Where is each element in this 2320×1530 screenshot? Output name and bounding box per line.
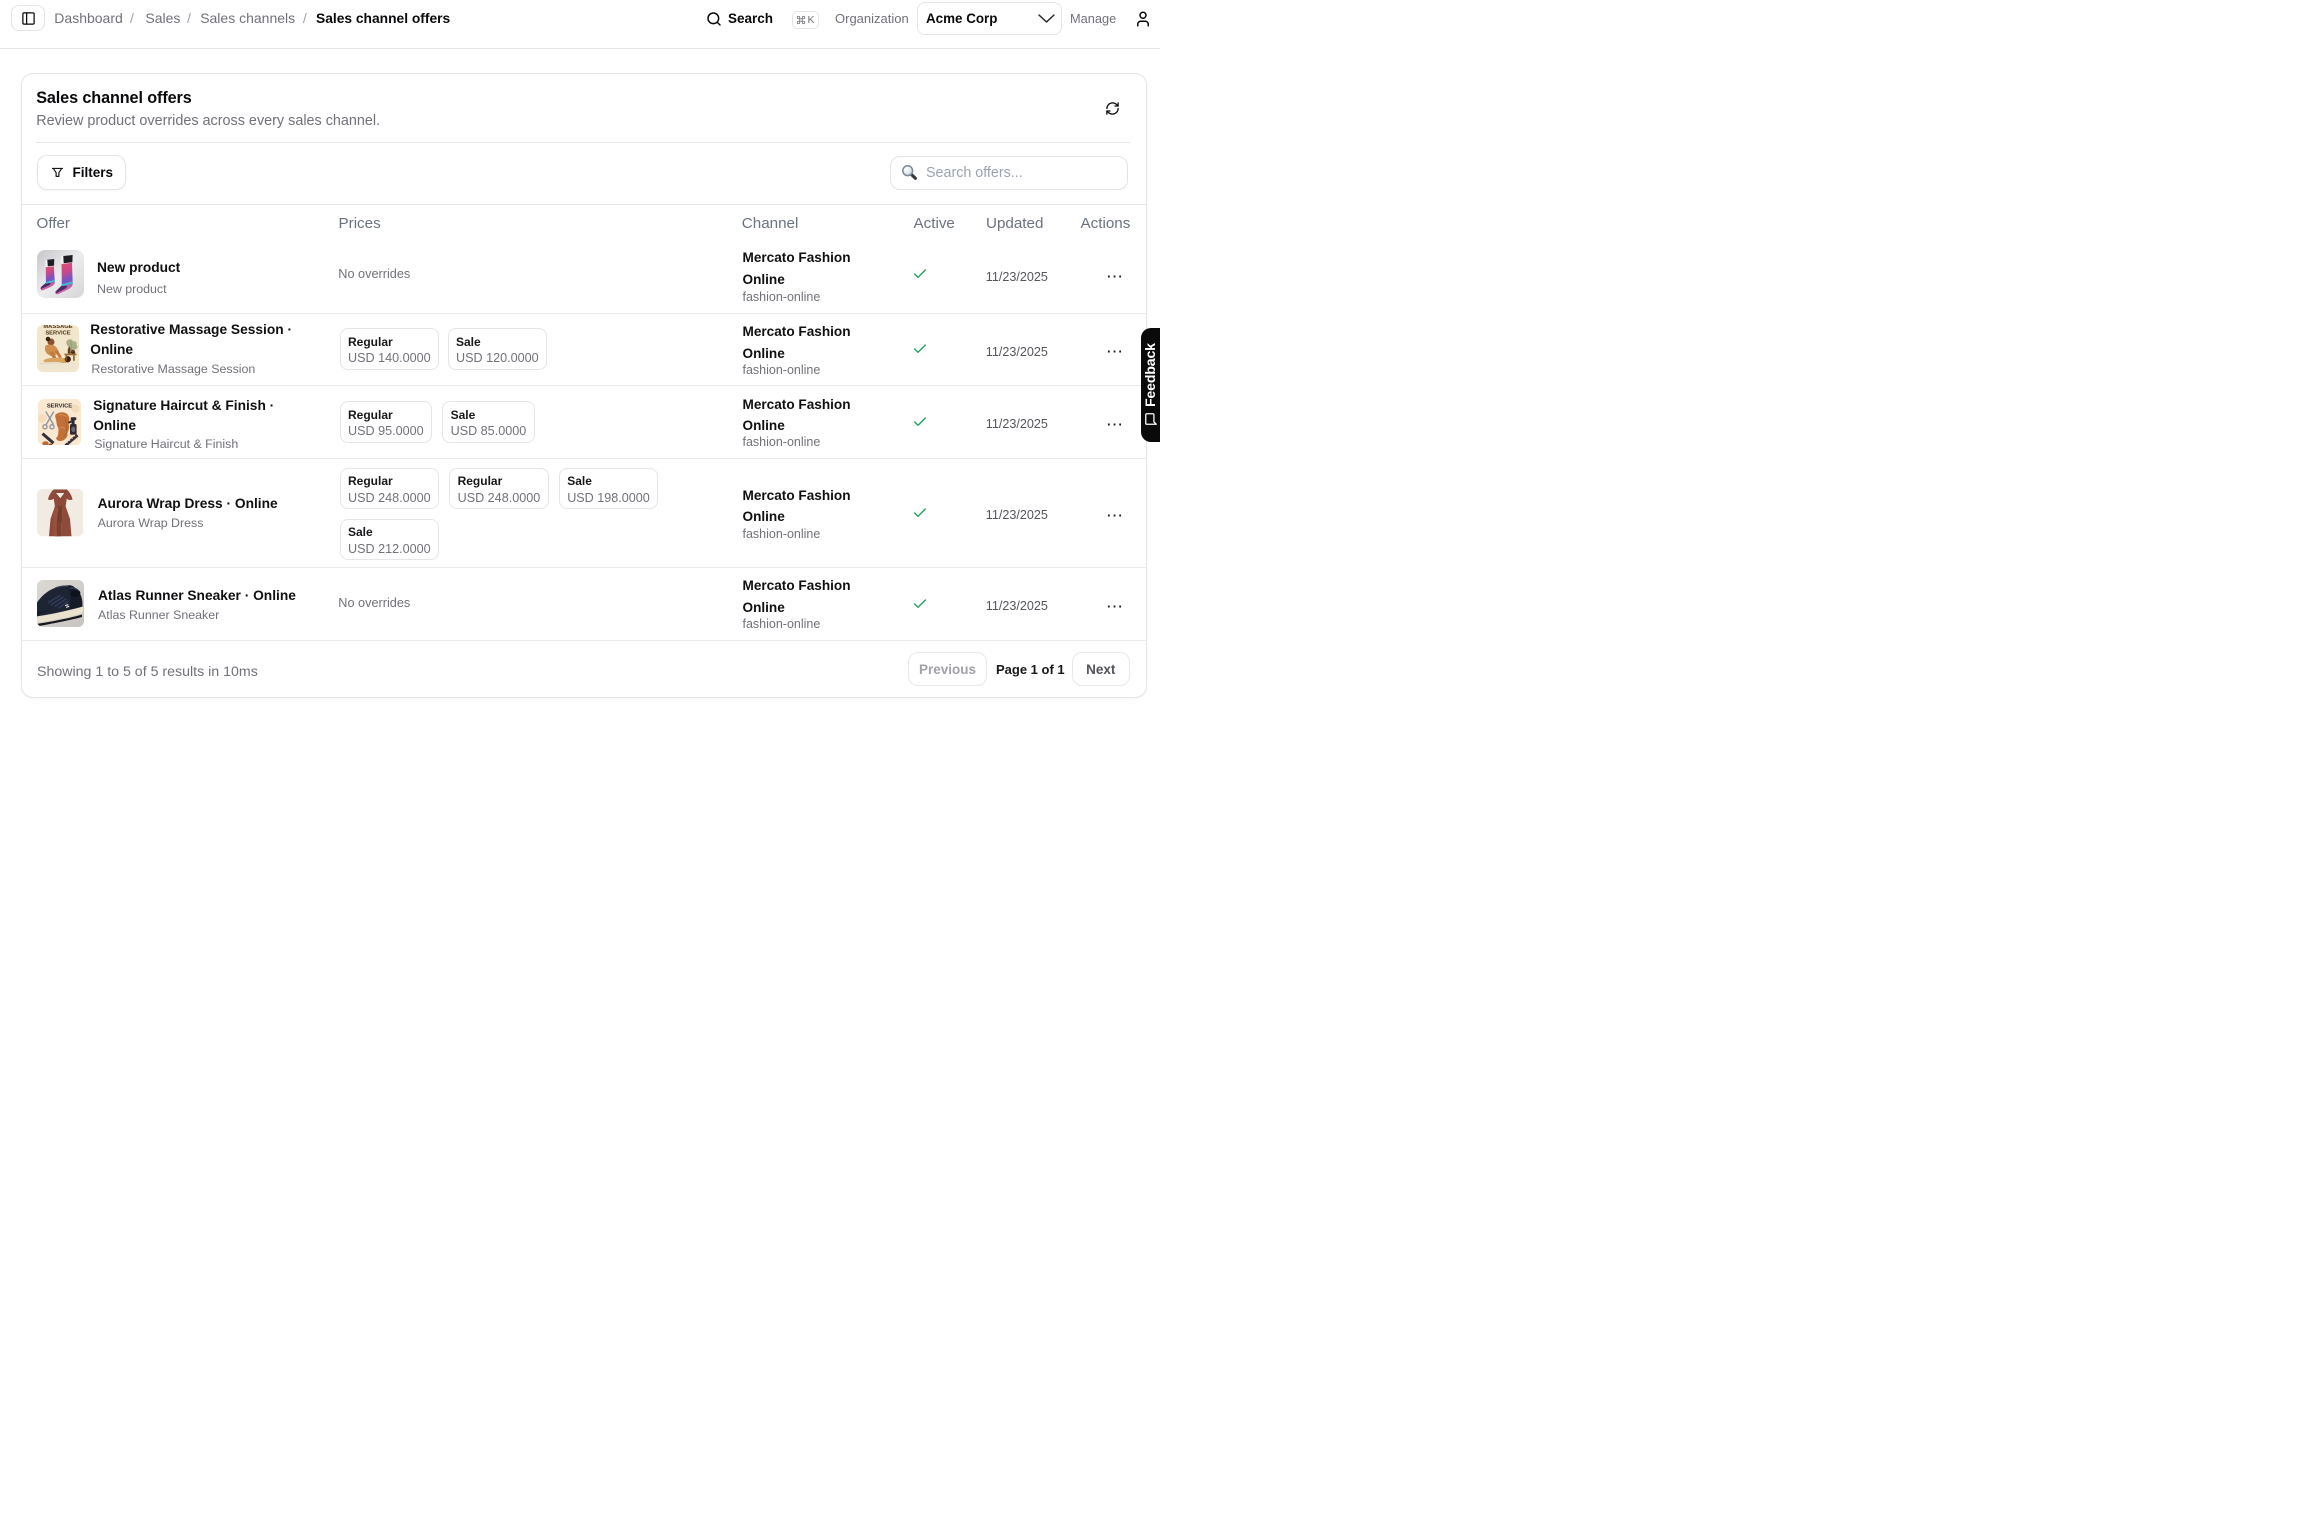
svg-text:SERVICE: SERVICE [45,331,70,337]
svg-text:SERVICE: SERVICE [46,403,71,409]
svg-text:MASSAGE: MASSAGE [43,325,72,330]
